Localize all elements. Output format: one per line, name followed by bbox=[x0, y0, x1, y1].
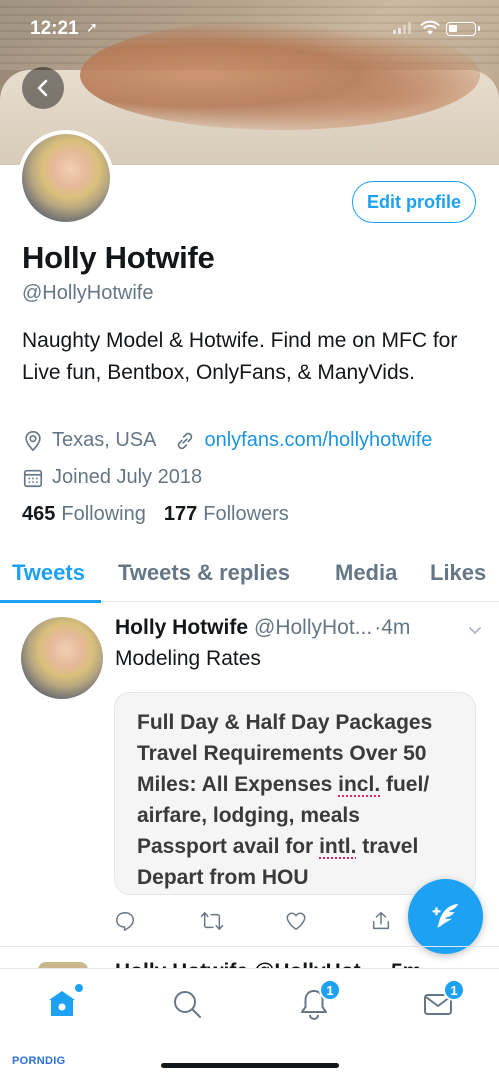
back-icon bbox=[37, 79, 48, 97]
share-icon[interactable] bbox=[370, 910, 392, 932]
nav-home[interactable] bbox=[45, 984, 83, 1021]
tweet-header: Holly Hotwife @HollyHot... ·4m bbox=[115, 616, 485, 640]
tweet-time: ·4m bbox=[374, 616, 411, 639]
link-icon bbox=[178, 432, 193, 449]
nav-notifications[interactable]: 1 bbox=[297, 979, 341, 1021]
back-button[interactable] bbox=[22, 67, 64, 109]
reply-icon[interactable] bbox=[114, 910, 136, 932]
like-icon[interactable] bbox=[285, 910, 307, 932]
tweet-divider bbox=[0, 946, 499, 947]
tweet-author-name[interactable]: Holly Hotwife bbox=[115, 616, 248, 640]
battery-icon bbox=[446, 22, 480, 36]
messages-badge: 1 bbox=[443, 979, 465, 1001]
spellcheck-word: intl. bbox=[319, 835, 357, 858]
profile-joined-date: Joined July 2018 bbox=[52, 466, 203, 488]
tweet-card-line: Full Day & Half Day Packages bbox=[137, 711, 433, 734]
retweet-icon[interactable] bbox=[200, 910, 224, 932]
location-icon bbox=[25, 430, 41, 451]
wifi-icon bbox=[420, 20, 440, 35]
tab-media[interactable]: Media bbox=[335, 560, 397, 586]
tweet-card-line: Miles: All Expenses incl. fuel/ bbox=[137, 769, 461, 800]
profile-avatar[interactable] bbox=[18, 130, 114, 226]
profile-meta-location-row: Texas, USA onlyfans.com/hollyhotwife bbox=[22, 429, 432, 452]
card-line-3-text: Miles: All Expenses incl. fuel/ bbox=[137, 773, 430, 796]
calendar-icon bbox=[23, 469, 43, 487]
watermark-logo: PORNDIG bbox=[12, 1055, 66, 1067]
tweet-card-line: Passport avail for intl. travel bbox=[137, 831, 461, 862]
profile-name: Holly Hotwife bbox=[22, 240, 215, 275]
tweet-actions bbox=[114, 910, 404, 938]
followers-count: 177 bbox=[163, 503, 198, 525]
tweet-image-card[interactable]: Full Day & Half Day Packages Travel Requ… bbox=[114, 692, 476, 895]
tweet-author-handle: @HollyHot... bbox=[254, 616, 373, 639]
home-new-dot bbox=[75, 984, 83, 992]
profile-handle: @HollyHotwife bbox=[22, 282, 154, 304]
compose-tweet-button[interactable] bbox=[408, 879, 483, 954]
profile-bio: Naughty Model & Hotwife. Find me on MFC … bbox=[22, 329, 458, 384]
profile-location: Texas, USA bbox=[52, 429, 157, 451]
following-count: 465 bbox=[22, 503, 56, 525]
nav-messages[interactable]: 1 bbox=[421, 979, 465, 1021]
tab-likes[interactable]: Likes bbox=[430, 560, 486, 586]
profile-tabs: Tweets Tweets & replies Media Likes bbox=[0, 552, 499, 603]
tweet-text: Modeling Rates bbox=[115, 647, 261, 670]
status-time: 12:21 bbox=[30, 18, 79, 39]
tweet-card-line: airfare, lodging, meals bbox=[137, 804, 360, 827]
location-arrow-icon: ➚ bbox=[86, 19, 98, 35]
active-tab-indicator bbox=[0, 600, 101, 603]
card-line-5-text: Passport avail for intl. travel bbox=[137, 835, 419, 858]
chevron-down-icon[interactable] bbox=[467, 622, 483, 638]
notifications-badge: 1 bbox=[319, 979, 341, 1001]
tweet-avatar[interactable] bbox=[21, 617, 103, 699]
search-icon bbox=[174, 991, 201, 1018]
tab-tweets[interactable]: Tweets bbox=[12, 560, 85, 586]
compose-icon bbox=[431, 903, 458, 927]
following-label: Following bbox=[61, 503, 146, 525]
nav-search[interactable] bbox=[170, 987, 204, 1021]
tweet-card-line: Depart from HOU bbox=[137, 866, 309, 889]
following-link[interactable]: 465 Following bbox=[22, 503, 146, 526]
follow-stats: 465 Following 177 Followers bbox=[22, 503, 289, 526]
signal-icon bbox=[393, 22, 411, 34]
profile-website-link[interactable]: onlyfans.com/hollyhotwife bbox=[204, 429, 432, 452]
profile-meta-joined-row: Joined July 2018 bbox=[22, 466, 202, 489]
spellcheck-word: incl. bbox=[338, 773, 381, 796]
home-indicator[interactable] bbox=[161, 1063, 339, 1068]
followers-link[interactable]: 177 Followers bbox=[164, 503, 289, 526]
tweet-card-line: Travel Requirements Over 50 bbox=[137, 742, 427, 765]
edit-profile-button[interactable]: Edit profile bbox=[352, 181, 476, 223]
home-icon bbox=[49, 991, 75, 1016]
status-bar: 12:21 ➚ bbox=[0, 0, 499, 60]
followers-label: Followers bbox=[203, 503, 289, 525]
tab-tweets-replies[interactable]: Tweets & replies bbox=[118, 560, 290, 586]
